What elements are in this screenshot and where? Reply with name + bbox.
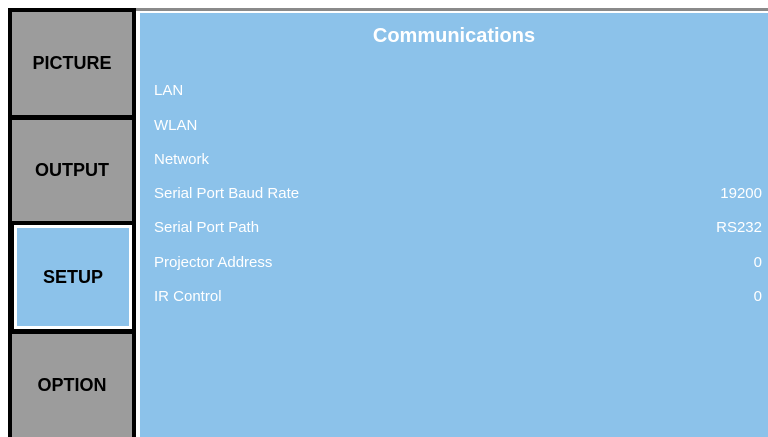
menu-item-label: IR Control (154, 287, 222, 305)
tab-picture[interactable]: PICTURE (12, 12, 132, 115)
sidebar: PICTURE OUTPUT SETUP OPTION (8, 8, 136, 437)
baud-rate-value: 19200 (720, 184, 762, 202)
panel-title: Communications (372, 25, 536, 47)
menu-item-projector-address[interactable]: Projector Address 0 (154, 249, 762, 275)
menu-item-label: Serial Port Path (154, 218, 260, 236)
tab-output[interactable]: OUTPUT (12, 120, 132, 221)
tab-option[interactable]: OPTION (12, 334, 132, 437)
projector-address-value: 0 (753, 253, 762, 271)
menu-item-lan[interactable]: LAN (154, 77, 762, 103)
menu-item-serial-port-baud-rate[interactable]: Serial Port Baud Rate 19200 (154, 180, 762, 206)
tab-setup[interactable]: SETUP (14, 225, 132, 329)
menu-item-label: Projector Address (154, 253, 273, 271)
osd-menu: PICTURE OUTPUT SETUP OPTION Communicatio… (0, 0, 768, 437)
menu-item-wlan[interactable]: WLAN (154, 112, 762, 138)
menu-item-ir-control[interactable]: IR Control 0 (154, 283, 762, 309)
menu-item-serial-port-path[interactable]: Serial Port Path RS232 (154, 214, 762, 240)
menu-item-label: WLAN (154, 116, 198, 134)
menu-item-network[interactable]: Network (154, 146, 762, 172)
serial-port-path-value: RS232 (716, 218, 762, 236)
menu-item-label: LAN (154, 81, 184, 99)
menu-item-label: Serial Port Baud Rate (154, 184, 300, 202)
ir-control-value: 0 (753, 287, 762, 305)
menu-item-label: Network (154, 150, 210, 168)
communications-panel: Communications LAN WLAN Network Serial P… (140, 13, 768, 437)
